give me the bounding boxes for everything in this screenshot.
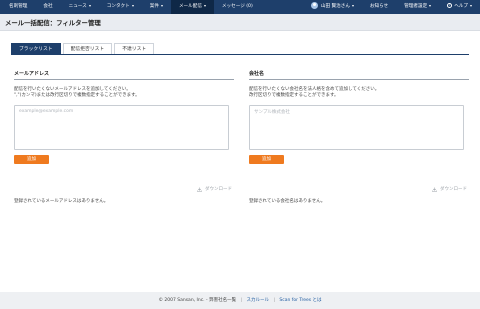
nav-notice[interactable]: お知らせ xyxy=(362,0,396,14)
email-desc-line: ","(カンマ)または改行区切りで複数指定することができます。 xyxy=(14,93,140,99)
avatar xyxy=(310,2,318,9)
nav-item-label: 名刺管理 xyxy=(9,4,28,9)
page-title: メール一括配信：フィルター管理 xyxy=(5,19,101,27)
help-icon: ? xyxy=(447,3,453,8)
user-name: 山田 賢治さん xyxy=(320,4,350,9)
top-nav: 名刺管理 会社 ニュース コンタクト 案件 メール配信 メッセージ (0) 山田… xyxy=(0,0,480,14)
add-email-button[interactable]: 追加 xyxy=(14,154,49,164)
nav-admin-settings[interactable]: 管理者設定 xyxy=(396,0,439,14)
chevron-down-icon xyxy=(429,4,432,7)
nav-item-label: 案件 xyxy=(149,4,159,9)
company-panel: 会社名 配信を行いたくない会社名を法人格を含めて追加してください。 改行区切りで… xyxy=(249,70,469,204)
email-download-link[interactable]: ダウンロード xyxy=(197,186,232,192)
email-panel: メールアドレス 配信を行いたくないメールアドレスを追加してください。 ","(カ… xyxy=(14,70,234,204)
nav-item-label: メール配信 xyxy=(178,4,202,9)
download-label: ダウンロード xyxy=(440,187,467,192)
company-empty-message: 登録されている会社名はありません。 xyxy=(249,199,326,204)
nav-help[interactable]: ? ヘルプ xyxy=(439,0,480,14)
company-input[interactable] xyxy=(249,104,464,150)
nav-item-label: コンタクト xyxy=(106,4,130,9)
tab-blacklist[interactable]: ブラックリスト xyxy=(11,43,61,54)
download-icon xyxy=(197,187,202,192)
nav-item-deals[interactable]: 案件 xyxy=(142,0,171,14)
footer-separator: | xyxy=(240,298,243,303)
footer-link-scan-for-trees[interactable]: Scan for Trees とは xyxy=(279,298,321,303)
download-label: ダウンロード xyxy=(205,187,232,192)
nav-item-messages[interactable]: メッセージ (0) xyxy=(214,0,261,14)
chevron-down-icon xyxy=(88,4,91,7)
nav-item-cards[interactable]: 名刺管理 xyxy=(0,0,35,14)
company-panel-description: 配信を行いたくない会社名を法人格を含めて追加してください。 改行区切りで複数指定… xyxy=(249,87,469,100)
chevron-down-icon xyxy=(160,4,163,7)
email-input[interactable] xyxy=(14,104,229,150)
nav-item-company[interactable]: 会社 xyxy=(35,0,60,14)
page-title-bar: メール一括配信：フィルター管理 xyxy=(0,14,480,31)
footer-link-rules[interactable]: ス力ルール xyxy=(247,298,270,303)
tab-unsubscribe-list[interactable]: 配信拒否リスト xyxy=(62,43,113,54)
tab-bar: ブラックリスト 配信拒否リスト 不達リスト xyxy=(11,43,469,55)
company-desc-line: 改行区切りで複数指定することができます。 xyxy=(249,93,339,99)
email-panel-heading: メールアドレス xyxy=(14,70,234,80)
nav-item-news[interactable]: ニュース xyxy=(61,0,99,14)
nav-help-label: ヘルプ xyxy=(454,4,468,9)
nav-item-label: メッセージ (0) xyxy=(221,4,253,9)
chevron-down-icon xyxy=(351,4,354,7)
company-panel-heading: 会社名 xyxy=(249,70,469,80)
nav-item-contact[interactable]: コンタクト xyxy=(99,0,142,14)
footer: © 2007 Sansan, Inc. - 弊害社名一覧 | ス力ルール | S… xyxy=(0,292,480,309)
user-menu[interactable]: 山田 賢治さん xyxy=(303,0,362,14)
chevron-down-icon xyxy=(203,4,206,7)
company-download-link[interactable]: ダウンロード xyxy=(432,186,467,192)
chevron-down-icon xyxy=(131,4,134,7)
nav-notice-label: お知らせ xyxy=(369,4,389,9)
tab-bounce-list[interactable]: 不達リスト xyxy=(114,43,155,54)
nav-item-label: 会社 xyxy=(43,4,53,9)
chevron-down-icon xyxy=(470,4,472,7)
footer-separator: | xyxy=(273,298,275,303)
add-company-button[interactable]: 追加 xyxy=(249,154,284,164)
nav-admin-label: 管理者設定 xyxy=(404,4,428,9)
footer-copyright: © 2007 Sansan, Inc. - 弊害社名一覧 xyxy=(158,298,237,303)
download-icon xyxy=(432,187,437,192)
nav-item-mail[interactable]: メール配信 xyxy=(170,0,214,14)
nav-item-label: ニュース xyxy=(68,4,87,9)
email-empty-message: 登録されているメールアドレスはありません。 xyxy=(14,199,109,204)
email-panel-description: 配信を行いたくないメールアドレスを追加してください。 ","(カンマ)または改行… xyxy=(14,87,234,100)
